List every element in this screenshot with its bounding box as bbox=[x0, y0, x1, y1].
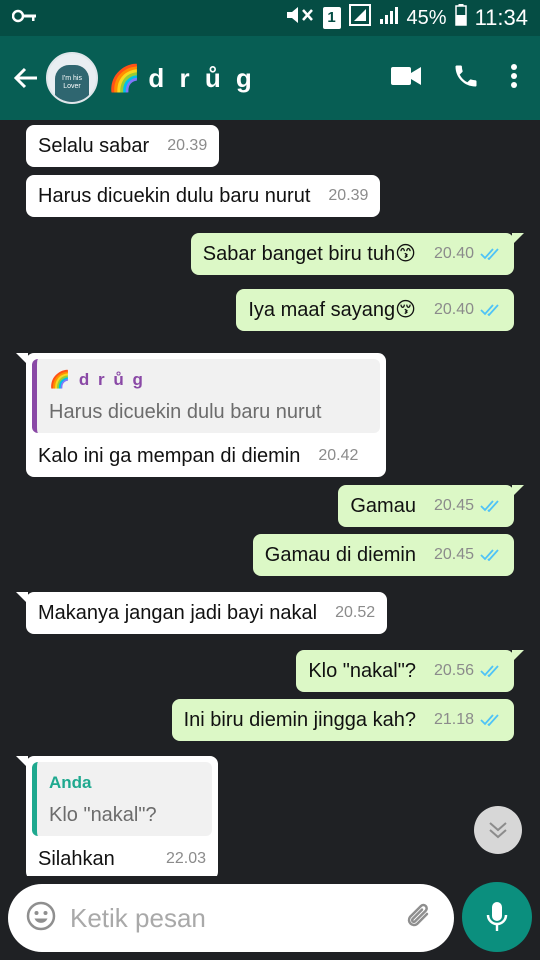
battery-percent: 45% bbox=[406, 6, 447, 29]
quoted-author: 🌈 d r ů g bbox=[49, 370, 145, 389]
message-text: Kalo ini ga mempan di diemin bbox=[38, 445, 301, 467]
message-text: Ini biru diemin jingga kah? bbox=[183, 709, 416, 731]
message-text: Silahkan bbox=[38, 848, 115, 870]
emoji-icon bbox=[26, 901, 56, 930]
chat-header: I'm his Lover 🌈 d r ů g bbox=[0, 36, 540, 120]
message-time: 20.40 bbox=[433, 301, 474, 318]
message-text: Klo "nakal"? bbox=[308, 660, 416, 682]
message-time: 20.42 bbox=[318, 447, 359, 464]
message-time: 20.52 bbox=[335, 604, 376, 621]
message-time: 20.45 bbox=[433, 546, 474, 563]
read-ticks-icon bbox=[480, 707, 502, 733]
quoted-text: Harus dicuekin dulu baru nurut bbox=[49, 401, 322, 423]
message-time: 20.39 bbox=[328, 187, 369, 204]
back-button[interactable] bbox=[4, 56, 48, 100]
avatar[interactable]: I'm his Lover bbox=[46, 52, 98, 104]
message-text: Gamau di diemin bbox=[264, 544, 416, 566]
message-time: 20.40 bbox=[433, 245, 474, 262]
clock: 11:34 bbox=[474, 5, 528, 30]
message-time: 20.45 bbox=[433, 497, 474, 514]
double-chevron-down-icon bbox=[489, 822, 507, 839]
contact-name: d r ů g bbox=[148, 62, 256, 93]
read-ticks-icon bbox=[480, 241, 502, 267]
key-icon bbox=[11, 9, 38, 28]
message-outgoing[interactable]: Sabar banget biru tuh😙 20.40 bbox=[190, 233, 524, 275]
microphone-icon bbox=[486, 902, 508, 931]
message-input[interactable] bbox=[70, 902, 405, 934]
quoted-text: Klo "nakal"? bbox=[49, 804, 157, 826]
message-outgoing[interactable]: Klo "nakal"? 20.56 bbox=[296, 650, 524, 692]
mute-icon bbox=[285, 6, 315, 30]
message-text: Makanya jangan jadi bayi nakal bbox=[38, 602, 318, 624]
more-options-button[interactable] bbox=[510, 63, 518, 94]
message-incoming[interactable]: Makanya jangan jadi bayi nakal 20.52 bbox=[16, 592, 388, 634]
scroll-to-bottom-button[interactable] bbox=[474, 806, 522, 854]
phone-icon bbox=[455, 65, 477, 86]
battery-icon bbox=[454, 4, 467, 32]
chat-area[interactable]: Selalu sabar 20.39 Harus dicuekin dulu b… bbox=[0, 120, 540, 876]
quoted-message[interactable]: 🌈 d r ů g Harus dicuekin dulu baru nurut bbox=[32, 359, 380, 433]
voice-call-button[interactable] bbox=[452, 62, 480, 95]
contact-name-area[interactable]: 🌈 d r ů g bbox=[108, 63, 390, 94]
signal-icon bbox=[348, 4, 371, 32]
status-bar: 1 45% 11:34 bbox=[0, 0, 540, 36]
contact-emoji: 🌈 bbox=[108, 62, 141, 93]
paperclip-icon bbox=[407, 903, 429, 926]
read-ticks-icon bbox=[480, 658, 502, 684]
video-camera-icon bbox=[391, 66, 421, 85]
message-outgoing[interactable]: Iya maaf sayang😚 20.40 bbox=[236, 289, 514, 331]
video-call-button[interactable] bbox=[390, 65, 422, 92]
message-text: Sabar banget biru tuh😙 bbox=[202, 243, 416, 265]
sim-icon: 1 bbox=[322, 7, 341, 29]
message-time: 20.39 bbox=[167, 137, 208, 154]
message-composer bbox=[8, 884, 496, 952]
quoted-message[interactable]: Anda Klo "nakal"? bbox=[32, 762, 212, 836]
message-incoming-reply[interactable]: 🌈 d r ů g Harus dicuekin dulu baru nurut… bbox=[16, 353, 386, 477]
message-outgoing[interactable]: Gamau 20.45 bbox=[338, 485, 524, 527]
message-time: 20.56 bbox=[433, 662, 474, 679]
message-outgoing[interactable]: Ini biru diemin jingga kah? 21.18 bbox=[171, 699, 514, 741]
message-text: Iya maaf sayang😚 bbox=[248, 299, 416, 321]
attach-button[interactable] bbox=[405, 900, 433, 937]
message-time: 22.03 bbox=[165, 850, 206, 867]
message-text: Selalu sabar bbox=[38, 135, 150, 157]
read-ticks-icon bbox=[480, 493, 502, 519]
emoji-button[interactable] bbox=[26, 901, 56, 936]
message-outgoing[interactable]: Gamau di diemin 20.45 bbox=[252, 534, 514, 576]
quoted-author: Anda bbox=[49, 773, 92, 792]
message-text: Harus dicuekin dulu baru nurut bbox=[38, 185, 311, 207]
message-incoming[interactable]: Harus dicuekin dulu baru nurut 20.39 bbox=[26, 175, 381, 217]
back-arrow-icon bbox=[13, 67, 37, 89]
message-time: 21.18 bbox=[433, 711, 474, 728]
message-incoming[interactable]: Selalu sabar 20.39 bbox=[26, 125, 220, 167]
message-incoming-reply[interactable]: Anda Klo "nakal"? Silahkan 22.03 bbox=[16, 756, 218, 876]
voice-record-button[interactable] bbox=[462, 882, 532, 952]
read-ticks-icon bbox=[480, 297, 502, 323]
signal-bars-icon bbox=[379, 5, 399, 31]
read-ticks-icon bbox=[480, 542, 502, 568]
more-vert-icon bbox=[511, 63, 517, 88]
message-text: Gamau bbox=[350, 495, 416, 517]
avatar-shirt-text: I'm his Lover bbox=[55, 65, 89, 102]
